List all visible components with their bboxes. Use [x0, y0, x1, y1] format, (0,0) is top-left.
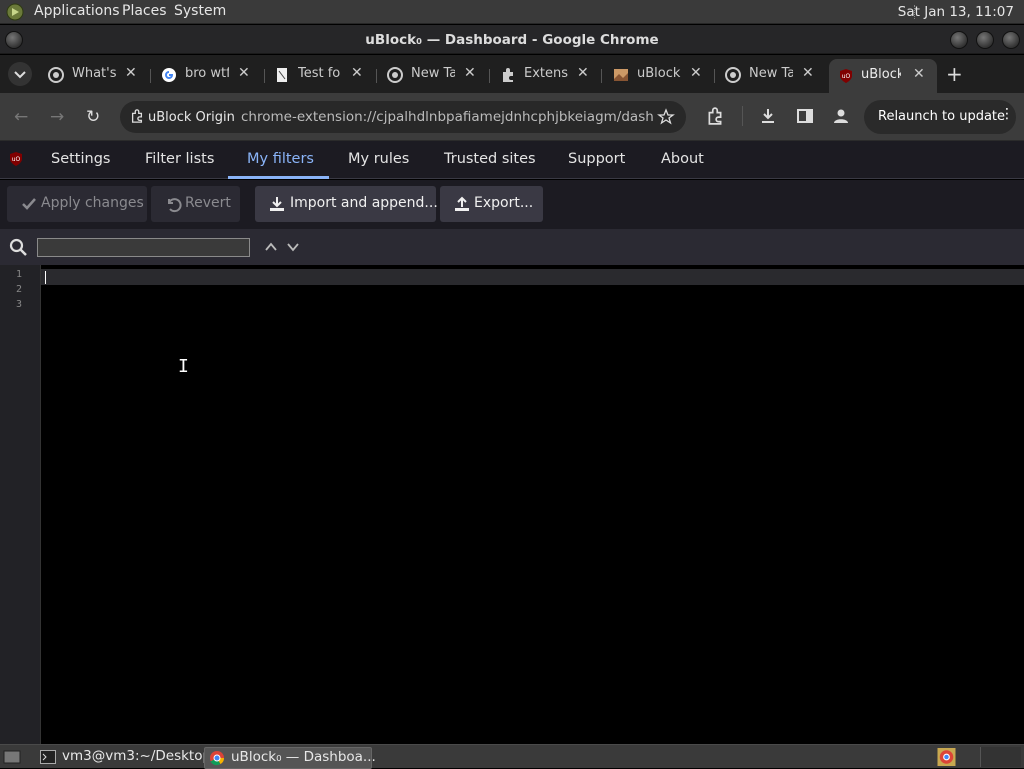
- line-number: 2: [16, 284, 23, 295]
- editor-search-bar: [0, 229, 1024, 265]
- close-icon[interactable]: ✕: [351, 65, 363, 81]
- chrome-icon: [725, 67, 741, 83]
- close-icon[interactable]: ✕: [802, 65, 814, 81]
- active-line-highlight: [41, 269, 1024, 285]
- dashboard-nav: uO Settings Filter lists My filters My r…: [0, 141, 1024, 179]
- terminal-icon: [40, 750, 56, 764]
- checkmark-icon: [22, 198, 36, 210]
- download-icon[interactable]: [759, 107, 777, 125]
- filters-editor[interactable]: 1 2 3 I: [0, 265, 1024, 744]
- forward-arrow-icon[interactable]: →: [50, 107, 64, 127]
- close-icon[interactable]: ✕: [690, 65, 702, 81]
- more-vertical-icon[interactable]: ⋮: [1000, 106, 1014, 122]
- chrome-icon: [48, 67, 64, 83]
- close-icon[interactable]: ✕: [125, 65, 137, 81]
- taskbar-item-terminal[interactable]: vm3@vm3:~/Desktop: [36, 747, 211, 767]
- taskbar-item-chrome[interactable]: uBlock₀ — Dashboa...: [204, 747, 376, 769]
- google-icon: [162, 68, 176, 82]
- profile-avatar-icon[interactable]: [832, 107, 850, 125]
- document-icon: [277, 68, 287, 82]
- system-menu[interactable]: System: [174, 3, 226, 19]
- chrome-tray-icon[interactable]: [937, 748, 956, 766]
- tab-filter-lists[interactable]: Filter lists: [145, 151, 214, 167]
- close-icon[interactable]: ✕: [913, 66, 925, 82]
- tab-ublock-1[interactable]: uBlock ✕: [613, 61, 713, 89]
- apply-changes-button[interactable]: Apply changes: [7, 186, 147, 222]
- tab-new-tab-1[interactable]: New Ta ✕: [387, 61, 487, 89]
- tab-whats[interactable]: What's ✕: [48, 61, 148, 89]
- chevron-down-icon: [14, 71, 26, 79]
- minimize-button[interactable]: [950, 31, 968, 49]
- reload-icon[interactable]: ↻: [86, 107, 100, 127]
- upload-icon: [455, 196, 469, 211]
- line-number: 1: [16, 269, 23, 280]
- side-panel-icon[interactable]: [796, 107, 814, 125]
- tab-settings[interactable]: Settings: [51, 151, 110, 167]
- tab-bro-wtf[interactable]: bro wtf ✕: [161, 61, 261, 89]
- search-input[interactable]: [37, 238, 250, 257]
- text-caret: [45, 271, 46, 284]
- close-icon[interactable]: ✕: [577, 65, 589, 81]
- places-menu[interactable]: Places: [122, 3, 167, 19]
- close-icon[interactable]: ✕: [464, 65, 476, 81]
- tab-extensions[interactable]: Extensi ✕: [500, 61, 600, 89]
- new-tab-plus-icon[interactable]: +: [946, 62, 963, 86]
- window-title: uBlock₀ — Dashboard - Google Chrome: [365, 32, 659, 48]
- chrome-icon: [387, 67, 403, 83]
- search-icon: [9, 238, 27, 256]
- tab-about[interactable]: About: [661, 151, 704, 167]
- tab-trusted-sites[interactable]: Trusted sites: [444, 151, 536, 167]
- tab-strip: What's ✕ bro wtf ✕ Test fo ✕ New Ta ✕ Ex…: [0, 55, 1024, 93]
- chrome-icon: [210, 751, 224, 766]
- line-number: 3: [16, 299, 23, 310]
- mouse-ibeam-cursor-icon: I: [178, 356, 189, 377]
- applications-menu[interactable]: Applications: [34, 3, 120, 19]
- tab-my-filters[interactable]: My filters: [247, 151, 314, 167]
- site-info-chip[interactable]: uBlock Origin: [130, 109, 235, 125]
- puzzle-icon: [503, 68, 513, 82]
- url-text[interactable]: chrome-extension://cjpalhdlnbpafiamejdnh…: [241, 109, 653, 125]
- chevron-down-icon[interactable]: [286, 240, 300, 254]
- bottom-taskbar: vm3@vm3:~/Desktop uBlock₀ — Dashboa...: [0, 744, 1024, 769]
- revert-button[interactable]: Revert: [151, 186, 240, 222]
- show-desktop-icon[interactable]: [3, 749, 21, 765]
- tab-search-button[interactable]: [8, 62, 32, 86]
- download-icon: [270, 197, 284, 211]
- image-icon: [614, 69, 628, 81]
- export-button[interactable]: Export...: [440, 186, 543, 222]
- active-tab-indicator: [228, 176, 329, 179]
- import-append-button[interactable]: Import and append...: [255, 186, 438, 222]
- filters-actions: Apply changes Revert Import and append..…: [0, 180, 1024, 229]
- undo-icon: [168, 198, 182, 213]
- omnibox[interactable]: uBlock Origin chrome-extension://cjpalhd…: [120, 101, 686, 133]
- tab-test[interactable]: Test fo ✕: [274, 61, 374, 89]
- tab-support[interactable]: Support: [568, 151, 625, 167]
- tab-new-tab-2[interactable]: New Ta ✕: [725, 61, 825, 89]
- gnome-foot-icon[interactable]: [6, 3, 24, 21]
- extensions-puzzle-icon[interactable]: [706, 107, 724, 125]
- relaunch-button[interactable]: Relaunch to update ⋮: [864, 100, 1016, 134]
- ublock-logo-icon: uO: [10, 152, 22, 166]
- tab-ublock-active[interactable]: uO uBlock ✕: [829, 59, 937, 93]
- close-icon[interactable]: ✕: [238, 65, 250, 81]
- top-panel: Applications Places System Sat Jan 13, 1…: [0, 0, 1024, 24]
- window-titlebar[interactable]: uBlock₀ — Dashboard - Google Chrome: [0, 25, 1024, 54]
- star-icon[interactable]: [657, 108, 675, 126]
- tab-my-rules[interactable]: My rules: [348, 151, 409, 167]
- maximize-button[interactable]: [976, 31, 994, 49]
- ublock-icon: uO: [840, 69, 852, 83]
- svg-text:uO: uO: [12, 156, 21, 163]
- browser-toolbar: ← → ↻ uBlock Origin chrome-extension://c…: [0, 93, 1024, 141]
- close-window-button[interactable]: [1002, 31, 1020, 49]
- line-number-gutter: 1 2 3: [0, 265, 41, 744]
- workspace-switcher[interactable]: [980, 747, 1021, 767]
- panel-clock[interactable]: Sat Jan 13, 11:07: [898, 4, 1014, 20]
- extension-icon: [131, 109, 143, 123]
- back-arrow-icon[interactable]: ←: [14, 107, 28, 127]
- chevron-up-icon[interactable]: [264, 240, 278, 254]
- svg-text:uO: uO: [842, 73, 851, 80]
